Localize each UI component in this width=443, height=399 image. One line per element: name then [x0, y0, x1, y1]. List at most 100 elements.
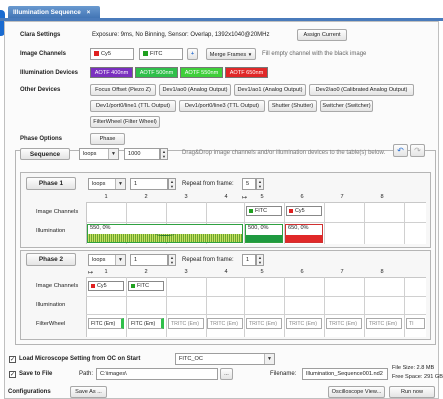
tab-close-icon[interactable]: × — [87, 9, 91, 16]
device-dev1-ao0[interactable]: Dev1/ao0 (Analog Output) — [159, 84, 231, 96]
channel-color-swatch — [91, 283, 95, 288]
phase2-count-input[interactable]: 1 — [130, 254, 168, 266]
device-port0-line1[interactable]: Dev1/port0/line1 (TTL Output) — [90, 100, 176, 112]
phase2-col-4: 4 — [224, 269, 228, 275]
phase2-fw-9[interactable]: TI — [406, 318, 425, 329]
phase1-repeat-input[interactable]: 5 — [242, 178, 256, 190]
save-to-file-label: Save to File — [19, 371, 53, 377]
merge-frames-button[interactable]: Merge Frames ▼ — [206, 48, 256, 60]
device-switcher[interactable]: Switcher (Switcher) — [320, 100, 373, 112]
redo-icon[interactable]: ↷ — [410, 144, 425, 157]
grid-line — [324, 277, 325, 337]
save-to-file-checkbox[interactable]: ✓ — [9, 371, 16, 378]
other-devices-label: Other Devices — [20, 87, 61, 93]
phase2-label[interactable]: Phase 2 — [26, 253, 76, 266]
phase1-mode-select[interactable]: loops ▼ — [88, 178, 126, 190]
run-now-button[interactable]: Run now — [389, 386, 435, 398]
grid-line — [284, 277, 285, 337]
grid-line — [126, 277, 127, 337]
filename-label: Filename: — [270, 371, 297, 377]
file-size: File Size: 2.8 MB — [392, 365, 435, 371]
channel-chip-fitc[interactable]: FITC — [139, 48, 183, 60]
phase1-count-stepper[interactable]: ▲ ▼ — [168, 178, 176, 190]
load-oc-label: Load Microscope Setting from OC on Start — [19, 356, 141, 362]
phase2-repeat-input[interactable]: 1 — [242, 254, 256, 266]
phase2-repeat-stepper[interactable]: ▲ ▼ — [256, 254, 264, 266]
device-aotf-550[interactable]: AOTF 550nm — [180, 67, 223, 78]
path-input[interactable]: C:\images\ — [96, 368, 218, 380]
channel-chip-cy5[interactable]: Cy5 — [90, 48, 134, 60]
phase1-col-3: 3 — [184, 194, 188, 200]
device-aotf-500[interactable]: AOTF 500nm — [135, 67, 178, 78]
phase1-col-1: 1 — [104, 194, 108, 200]
phase2-fw-2[interactable]: FITC (Em) — [128, 318, 164, 329]
phase2-row-filterwheel-label: FilterWheel — [36, 321, 66, 327]
phase2-count-stepper[interactable]: ▲ ▼ — [168, 254, 176, 266]
free-space: Free Space: 291 GB — [392, 374, 443, 380]
grid-line — [404, 202, 405, 244]
grid-line — [86, 222, 426, 223]
phase1-row-illumination-label: Illumination — [36, 228, 66, 234]
phase2-fw-3[interactable]: TRITC (Em) — [168, 318, 204, 329]
grid-line — [244, 277, 245, 337]
channel-color-swatch — [94, 50, 99, 56]
oscilloscope-view-button[interactable]: Oscilloscope View... — [328, 386, 385, 398]
device-filterwheel[interactable]: FilterWheel (Filter Wheel) — [90, 116, 160, 128]
device-dev1-ao1[interactable]: Dev1/ao1 (Analog Output) — [234, 84, 306, 96]
phase2-col-3: 3 — [184, 269, 188, 275]
image-channels-label: Image Channels — [20, 51, 67, 57]
device-port0-line3[interactable]: Dev1/port0/line3 (TTL Output) — [179, 100, 265, 112]
phase1-repeat-stepper[interactable]: ▲ ▼ — [256, 178, 264, 190]
load-oc-select[interactable]: FITC_OC ▼ — [175, 353, 275, 365]
phase1-row-channels-label: Image Channels — [36, 209, 79, 215]
undo-icon[interactable]: ↶ — [393, 144, 408, 157]
sequence-mode-select[interactable]: loops ▼ — [79, 148, 119, 160]
load-oc-checkbox[interactable]: ✓ — [9, 356, 16, 363]
phase1-label[interactable]: Phase 1 — [26, 177, 76, 190]
filename-input[interactable]: Illumination_Sequence001.nd2 — [302, 368, 388, 380]
phase2-cell-ch1[interactable]: Cy5 — [88, 281, 124, 291]
device-aotf-650[interactable]: AOTF 650nm — [225, 67, 268, 78]
assign-current-button[interactable]: Assign Current — [297, 29, 347, 41]
channel-color-swatch — [131, 283, 135, 288]
phase2-mode-select[interactable]: loops ▼ — [88, 254, 126, 266]
phase1-illum-500-bar — [246, 235, 282, 242]
phase2-cell-ch2[interactable]: FITC — [128, 281, 164, 291]
device-focus-offset[interactable]: Focus Offset (Piezo Z) — [90, 84, 156, 96]
sequence-label: Sequence — [20, 148, 70, 160]
phase2-fw-6[interactable]: TRITC (Em) — [286, 318, 322, 329]
phase1-repeat-marker-icon: ↦ — [242, 195, 248, 201]
add-channel-button[interactable]: + — [187, 48, 198, 60]
phase2-fw-4[interactable]: TRITC (Em) — [207, 318, 243, 329]
clara-settings-label: Clara Settings — [20, 32, 61, 38]
phase1-cell-ch5[interactable]: FITC — [246, 206, 282, 216]
grid-line — [86, 296, 426, 297]
chevron-down-icon: ▼ — [115, 179, 125, 189]
phase1-count-input[interactable]: 1 — [130, 178, 168, 190]
phase2-fw-8[interactable]: TRITC (Em) — [366, 318, 402, 329]
device-aotf-400[interactable]: AOTF 400nm — [90, 67, 133, 78]
phase2-fw-7[interactable]: TRITC (Em) — [326, 318, 362, 329]
device-shutter[interactable]: Shutter (Shutter) — [268, 100, 317, 112]
phase2-fw-1[interactable]: FITC (Em) — [88, 318, 124, 329]
phase1-col-4: 4 — [224, 194, 228, 200]
browse-button[interactable]: ... — [220, 368, 233, 380]
channel-color-swatch — [249, 208, 253, 213]
phase-button[interactable]: Phase — [90, 133, 125, 145]
phase1-col-6: 6 — [300, 194, 304, 200]
phase2-row-channels-label: Image Channels — [36, 283, 79, 289]
phase-options-label: Phase Options — [20, 136, 63, 142]
phase1-illum-550-label: 550, 0% — [90, 225, 111, 231]
tab-title: Illumination Sequence — [13, 9, 81, 16]
sequence-count-stepper[interactable]: ▲ ▼ — [160, 148, 168, 160]
channel-color-swatch — [143, 50, 148, 56]
device-dev2-ao0[interactable]: Dev2/ao0 (Calibrated Analog Output) — [309, 84, 414, 96]
save-as-button[interactable]: Save As ... — [70, 386, 107, 398]
phase2-fw-5[interactable]: TRITC (Em) — [246, 318, 282, 329]
sequence-count-input[interactable]: 1000 — [124, 148, 160, 160]
phase1-cell-ch6[interactable]: Cy5 — [286, 206, 322, 216]
chevron-down-icon: ▼ — [108, 149, 118, 159]
chevron-down-icon: ▼ — [247, 52, 253, 57]
phase2-col-8: 8 — [380, 269, 384, 275]
phase1-repeat-label: Repeat from frame: — [182, 181, 234, 187]
